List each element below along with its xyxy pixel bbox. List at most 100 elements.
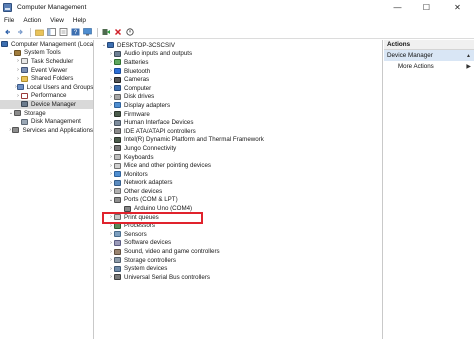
tree-item[interactable]: › Sensors bbox=[95, 230, 382, 239]
update-driver-icon[interactable] bbox=[101, 27, 111, 37]
users-icon bbox=[16, 84, 24, 91]
battery-icon bbox=[114, 59, 121, 66]
forward-icon[interactable] bbox=[15, 27, 25, 37]
tree-item[interactable]: › Cameras bbox=[95, 75, 382, 84]
network-icon bbox=[114, 179, 121, 186]
up-folder-icon[interactable] bbox=[34, 27, 44, 37]
tree-item[interactable]: › Intel(R) Dynamic Platform and Thermal F… bbox=[95, 136, 382, 145]
tree-item[interactable]: › Mice and other pointing devices bbox=[95, 161, 382, 170]
tree-item-label: Audio inputs and outputs bbox=[124, 50, 193, 58]
toolbar-divider bbox=[97, 27, 98, 37]
device-manager-icon bbox=[21, 101, 28, 108]
tree-item[interactable]: Disk Management bbox=[0, 117, 93, 126]
actions-section-device-manager[interactable]: Device Manager ▲ bbox=[384, 50, 474, 61]
tree-item-label: Display adapters bbox=[124, 101, 171, 109]
tree-item-label: Jungo Connectivity bbox=[124, 144, 177, 152]
tree-item[interactable]: › Software devices bbox=[95, 239, 382, 248]
hid-icon bbox=[114, 119, 121, 126]
tree-item-label: Event Viewer bbox=[31, 66, 68, 74]
tree-item-label: Storage bbox=[24, 109, 46, 117]
tree-item[interactable]: ⌄ Storage bbox=[0, 109, 93, 118]
tree-item-label: Firmware bbox=[124, 110, 150, 118]
help-icon[interactable]: ? bbox=[70, 27, 80, 37]
tree-item[interactable]: › Batteries bbox=[95, 58, 382, 67]
show-hide-tree-icon[interactable] bbox=[46, 27, 56, 37]
menu-file[interactable]: File bbox=[4, 17, 14, 24]
tree-item-label: Shared Folders bbox=[31, 75, 74, 83]
tree-item[interactable]: ⌄ Ports (COM & LPT) bbox=[95, 196, 382, 205]
storage-controller-icon bbox=[114, 257, 121, 264]
tree-item-label: Services and Applications bbox=[22, 126, 93, 134]
tree-item[interactable]: › System devices bbox=[95, 264, 382, 273]
clock-icon bbox=[21, 58, 28, 65]
tree-item[interactable]: › Event Viewer bbox=[0, 66, 93, 75]
tree-item-label: IDE ATA/ATAPI controllers bbox=[124, 127, 196, 135]
tree-item[interactable]: › Sound, video and game controllers bbox=[95, 247, 382, 256]
tree-item[interactable]: Computer Management (Local) bbox=[0, 40, 93, 49]
tree-item[interactable]: › Services and Applications bbox=[0, 126, 93, 135]
tree-item[interactable]: › Disk drives bbox=[95, 93, 382, 102]
mouse-icon bbox=[114, 162, 121, 169]
tree-item[interactable]: › IDE ATA/ATAPI controllers bbox=[95, 127, 382, 136]
tree-item[interactable]: ⌄ DESKTOP-3CSCSIV bbox=[95, 41, 382, 50]
tree-item[interactable]: ⌄ System Tools bbox=[0, 49, 93, 58]
title-bar: Computer Management — ☐ ✕ bbox=[0, 0, 474, 15]
tree-item[interactable]: › Jungo Connectivity bbox=[95, 144, 382, 153]
tree-item[interactable]: › Shared Folders bbox=[0, 74, 93, 83]
tree-item[interactable]: › Universal Serial Bus controllers bbox=[95, 273, 382, 282]
enable-device-icon[interactable] bbox=[125, 27, 135, 37]
tree-item-label: Task Scheduler bbox=[31, 57, 74, 65]
more-actions-item[interactable]: More Actions ▶ bbox=[384, 61, 474, 72]
close-button[interactable]: ✕ bbox=[441, 0, 474, 15]
tree-item[interactable]: › Audio inputs and outputs bbox=[95, 50, 382, 59]
tree-item-label: Monitors bbox=[124, 170, 148, 178]
properties-icon[interactable] bbox=[58, 27, 68, 37]
software-device-icon bbox=[114, 239, 121, 246]
processor-icon bbox=[114, 222, 121, 229]
tree-item-label: Software devices bbox=[124, 239, 172, 247]
tree-item[interactable]: › Local Users and Groups bbox=[0, 83, 93, 92]
tree-item[interactable]: › Performance bbox=[0, 92, 93, 101]
tree-item[interactable]: › Processors bbox=[95, 221, 382, 230]
tree-item[interactable]: › Storage controllers bbox=[95, 256, 382, 265]
tree-item[interactable]: › Firmware bbox=[95, 110, 382, 119]
tree-item-label: Ports (COM & LPT) bbox=[124, 196, 178, 204]
tree-item[interactable]: › Other devices bbox=[95, 187, 382, 196]
tree-item-label: Print queues bbox=[124, 213, 159, 221]
storage-icon bbox=[14, 110, 21, 117]
menu-view[interactable]: View bbox=[50, 17, 64, 24]
chip-icon bbox=[114, 136, 121, 143]
tree-item[interactable]: › Network adapters bbox=[95, 179, 382, 188]
back-icon[interactable] bbox=[3, 27, 13, 37]
tree-item-label: Local Users and Groups bbox=[26, 83, 94, 91]
tree-item[interactable]: › Human Interface Devices bbox=[95, 118, 382, 127]
tree-item[interactable]: › Monitors bbox=[95, 170, 382, 179]
sensor-icon bbox=[114, 231, 121, 238]
arduino-port-icon bbox=[124, 205, 131, 212]
printer-icon bbox=[114, 214, 121, 221]
tree-item[interactable]: › Print queues bbox=[95, 213, 382, 222]
device-tree: ⌄ DESKTOP-3CSCSIV › Audio inputs and output… bbox=[95, 40, 382, 282]
monitor-icon[interactable] bbox=[82, 27, 92, 37]
navigation-tree: Computer Management (Local) ⌄ System Tools… bbox=[0, 40, 93, 135]
collapse-caret-icon[interactable]: ▲ bbox=[466, 53, 471, 59]
tree-item-label: Mice and other pointing devices bbox=[124, 162, 212, 170]
uninstall-icon[interactable] bbox=[113, 27, 123, 37]
tree-item[interactable]: Device Manager bbox=[0, 100, 93, 109]
tree-item-label: Disk Management bbox=[31, 118, 81, 126]
tree-item[interactable]: › Computer bbox=[95, 84, 382, 93]
minimize-button[interactable]: — bbox=[383, 0, 412, 15]
tree-item[interactable]: Arduino Uno (COM4) bbox=[95, 204, 382, 213]
window-controls: — ☐ ✕ bbox=[383, 0, 474, 15]
tree-item-label: Bluetooth bbox=[124, 67, 151, 75]
tree-item[interactable]: › Task Scheduler bbox=[0, 57, 93, 66]
tree-item[interactable]: › Display adapters bbox=[95, 101, 382, 110]
menu-action[interactable]: Action bbox=[23, 17, 41, 24]
menu-help[interactable]: Help bbox=[73, 17, 86, 24]
window-title: Computer Management bbox=[17, 4, 87, 11]
maximize-button[interactable]: ☐ bbox=[412, 0, 441, 15]
tree-item[interactable]: › Bluetooth bbox=[95, 67, 382, 76]
tree-item-label: System Tools bbox=[24, 49, 61, 57]
tree-item[interactable]: › Keyboards bbox=[95, 153, 382, 162]
tree-item-label: Batteries bbox=[124, 58, 149, 66]
